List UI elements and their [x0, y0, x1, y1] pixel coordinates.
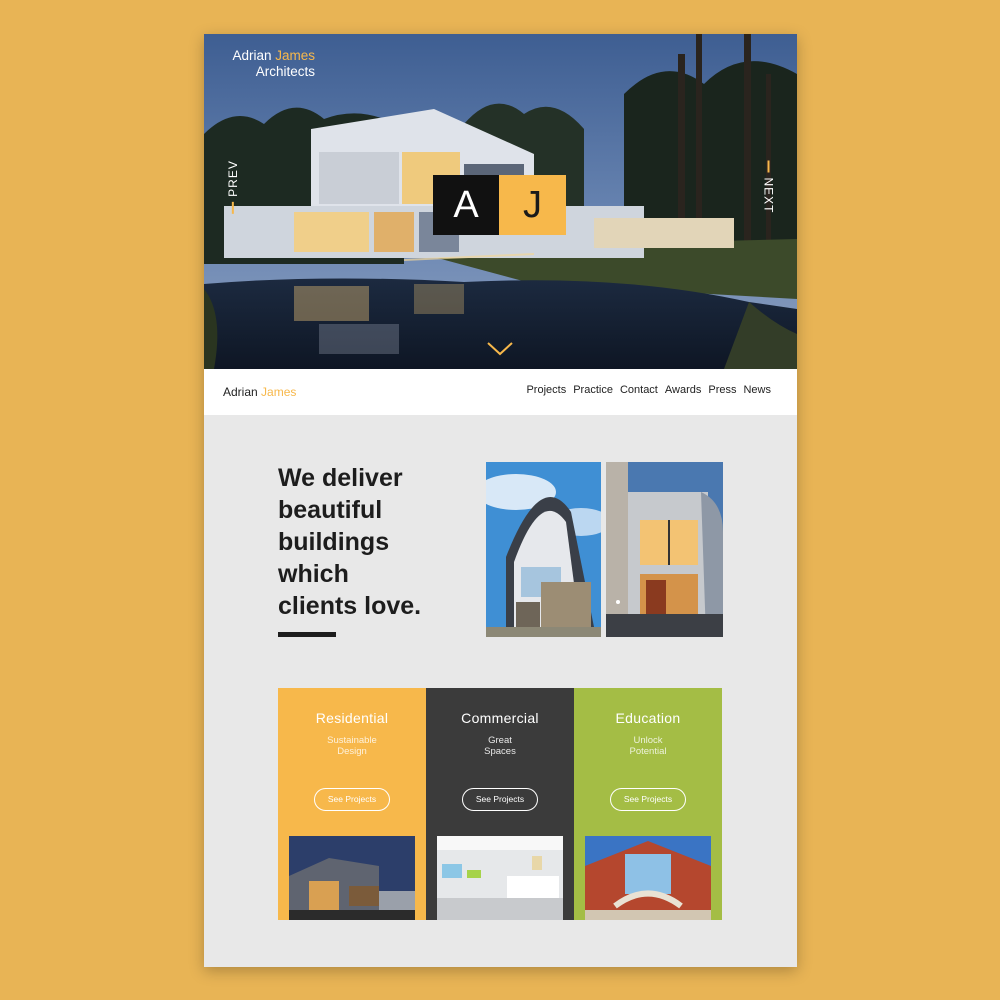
- next-bar-icon: [767, 160, 770, 173]
- headline-line: beautiful: [278, 496, 383, 524]
- card-title: Education: [615, 710, 681, 726]
- page-headline: We deliver beautiful buildings which cli…: [278, 462, 421, 622]
- commercial-photo: [437, 836, 563, 920]
- website-mockup: Adrian James Architects A J PREV NEXT Ad…: [204, 34, 797, 967]
- hero-brand[interactable]: Adrian James Architects: [218, 48, 315, 80]
- hero-brand-line2: Architects: [255, 64, 315, 79]
- nav-menu: Projects Practice Contact Awards Press N…: [526, 384, 771, 396]
- hero-brand-second: James: [275, 48, 315, 63]
- top-navigation: Adrian James Projects Practice Contact A…: [204, 369, 797, 415]
- nav-brand-first: Adrian: [223, 385, 258, 399]
- nav-item-practice[interactable]: Practice: [573, 384, 613, 396]
- next-button[interactable]: NEXT: [761, 160, 776, 214]
- card-subtitle: Sustainable Design: [327, 735, 377, 757]
- card-commercial: Commercial Great Spaces See Projects: [426, 688, 574, 920]
- headline-line: clients love.: [278, 592, 422, 620]
- headline-underline: [278, 632, 336, 637]
- feature-photo-modern-house: [606, 462, 723, 637]
- chevron-down-icon[interactable]: [486, 341, 514, 357]
- nav-brand-second: James: [261, 385, 297, 399]
- card-subtitle: Great Spaces: [484, 735, 516, 757]
- prev-button[interactable]: PREV: [226, 160, 240, 214]
- nav-item-projects[interactable]: Projects: [526, 384, 566, 396]
- nav-item-news[interactable]: News: [743, 384, 771, 396]
- nav-item-contact[interactable]: Contact: [620, 384, 658, 396]
- feature-photo-curved-roof: [486, 462, 601, 637]
- prev-label: PREV: [225, 160, 240, 197]
- headline-line: We deliver: [278, 464, 403, 492]
- headline-line: which: [278, 560, 349, 588]
- card-residential: Residential Sustainable Design See Proje…: [278, 688, 426, 920]
- hero-brand-first: Adrian: [232, 48, 272, 63]
- nav-item-awards[interactable]: Awards: [665, 384, 701, 396]
- nav-item-press[interactable]: Press: [708, 384, 736, 396]
- residential-photo: [289, 836, 415, 920]
- headline-line: buildings: [278, 528, 390, 556]
- card-education: Education Unlock Potential See Projects: [574, 688, 722, 920]
- see-projects-button[interactable]: See Projects: [462, 788, 538, 811]
- card-title: Residential: [315, 710, 389, 726]
- see-projects-button[interactable]: See Projects: [610, 788, 686, 811]
- logo-letter-j: J: [499, 175, 566, 235]
- hero-banner: Adrian James Architects A J PREV NEXT: [204, 34, 797, 369]
- see-projects-button[interactable]: See Projects: [314, 788, 390, 811]
- education-photo: [585, 836, 711, 920]
- card-title: Commercial: [461, 710, 539, 726]
- aj-logo: A J: [433, 175, 566, 235]
- card-subtitle: Unlock Potential: [629, 735, 667, 757]
- next-label: NEXT: [761, 177, 776, 214]
- prev-bar-icon: [231, 201, 234, 214]
- logo-letter-a: A: [433, 175, 499, 235]
- nav-logo[interactable]: Adrian James: [223, 385, 296, 399]
